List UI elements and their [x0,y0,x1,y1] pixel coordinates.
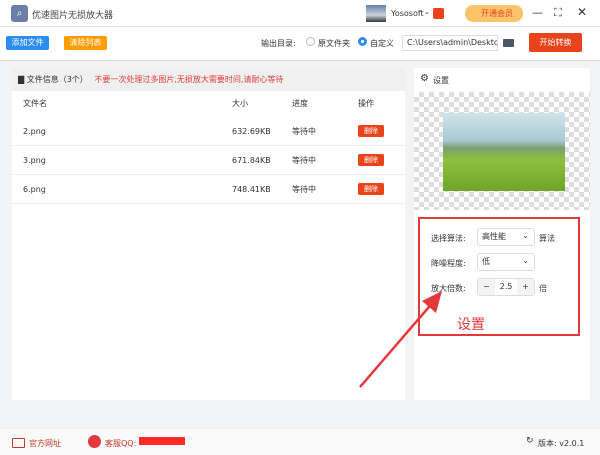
file-name: 6.png [23,185,46,194]
output-dir-label: 输出目录: [261,39,296,48]
avatar[interactable] [366,5,386,22]
decrement-button[interactable]: − [478,279,495,295]
table-row: 2.png 632.69KB 等待中 删除 [12,117,405,146]
warning-text: 不要一次处理过多图片,无损放大需要时间,请耐心等待 [94,75,284,84]
file-name: 3.png [23,156,46,165]
file-icon: ▇ [18,75,25,84]
vip-label: 开通会员 [481,9,513,18]
noise-select[interactable]: 低 ⌄ [477,253,535,271]
refresh-icon[interactable]: ↻ [526,436,534,446]
file-name: 2.png [23,127,46,136]
radio-custom-label[interactable]: 自定义 [370,38,394,49]
output-path-input[interactable]: C:\Users\admin\Deskto [402,35,498,51]
table-header: 文件名 大小 进度 操作 [12,91,405,117]
gear-icon: ⚙ [420,73,429,84]
scale-value[interactable]: 2.5 [495,279,517,295]
website-link[interactable]: 官方网址 [29,438,61,449]
vip-button[interactable]: 开通会员 [465,5,523,22]
delete-button[interactable]: 删除 [358,154,384,166]
file-status: 等待中 [292,127,316,136]
delete-button[interactable]: 删除 [358,125,384,137]
algo-value: 高性能 [482,232,506,241]
radio-original-label[interactable]: 原文件夹 [318,38,350,49]
noise-label: 降噪程度: [431,259,466,268]
footer: 官方网址 客服QQ: ↻ 版本: v2.0.1 [0,428,600,455]
scale-stepper: − 2.5 + [477,278,535,296]
start-convert-button[interactable]: 开始转换 [529,33,582,52]
support-redacted [139,437,185,445]
table-row: 3.png 671.84KB 等待中 删除 [12,146,405,175]
algo-label: 选择算法: [431,234,466,243]
annotation-label: 设置 [457,317,485,333]
app-logo-icon: ⌕ [11,5,28,22]
radio-custom[interactable] [358,37,367,46]
file-size: 748.41KB [232,185,271,194]
chevron-down-icon[interactable]: ⌄ [424,8,430,16]
settings-title: 设置 [433,76,449,85]
file-count: 文件信息（3个） [26,75,88,84]
close-button[interactable]: ✕ [577,5,587,19]
chevron-down-icon: ⌄ [522,231,529,240]
user-name[interactable]: Yososoft [391,9,424,18]
website-icon [12,438,25,448]
folder-icon[interactable] [503,39,514,47]
algo-select[interactable]: 高性能 ⌄ [477,228,535,246]
chevron-down-icon: ⌄ [522,256,529,265]
vip-badge-icon [433,8,444,19]
algo-suffix: 算法 [539,234,555,243]
noise-value: 低 [482,257,490,266]
table-row: 6.png 748.41KB 等待中 删除 [12,175,405,204]
title-bar: ⌕ 优速图片无损放大器 Yososoft ⌄ 开通会员 — ⛶ ✕ [0,0,600,27]
increment-button[interactable]: + [517,279,534,295]
file-size: 671.84KB [232,156,271,165]
radio-original[interactable] [306,37,315,46]
clear-list-button[interactable]: 清除列表 [64,36,107,50]
toolbar: 添加文件 清除列表 输出目录: 原文件夹 自定义 C:\Users\admin\… [0,27,600,61]
min-button[interactable]: — [532,6,543,19]
version-text: 版本: v2.0.1 [538,439,585,448]
add-file-button[interactable]: 添加文件 [6,36,49,50]
file-status: 等待中 [292,185,316,194]
maximize-button[interactable]: ⛶ [554,6,562,20]
app-title: 优速图片无损放大器 [32,11,114,21]
col-action: 操作 [358,99,374,108]
file-status: 等待中 [292,156,316,165]
support-icon [88,435,101,448]
col-size: 大小 [232,99,248,108]
delete-button[interactable]: 删除 [358,183,384,195]
scale-suffix: 倍 [539,284,547,293]
annotation-arrow [359,291,442,388]
support-label[interactable]: 客服QQ: [105,438,136,449]
preview-image [443,113,565,191]
col-name: 文件名 [23,99,47,108]
col-progress: 进度 [292,99,308,108]
file-size: 632.69KB [232,127,271,136]
file-info-header: ▇ 文件信息（3个） 不要一次处理过多图片,无损放大需要时间,请耐心等待 [12,68,405,91]
